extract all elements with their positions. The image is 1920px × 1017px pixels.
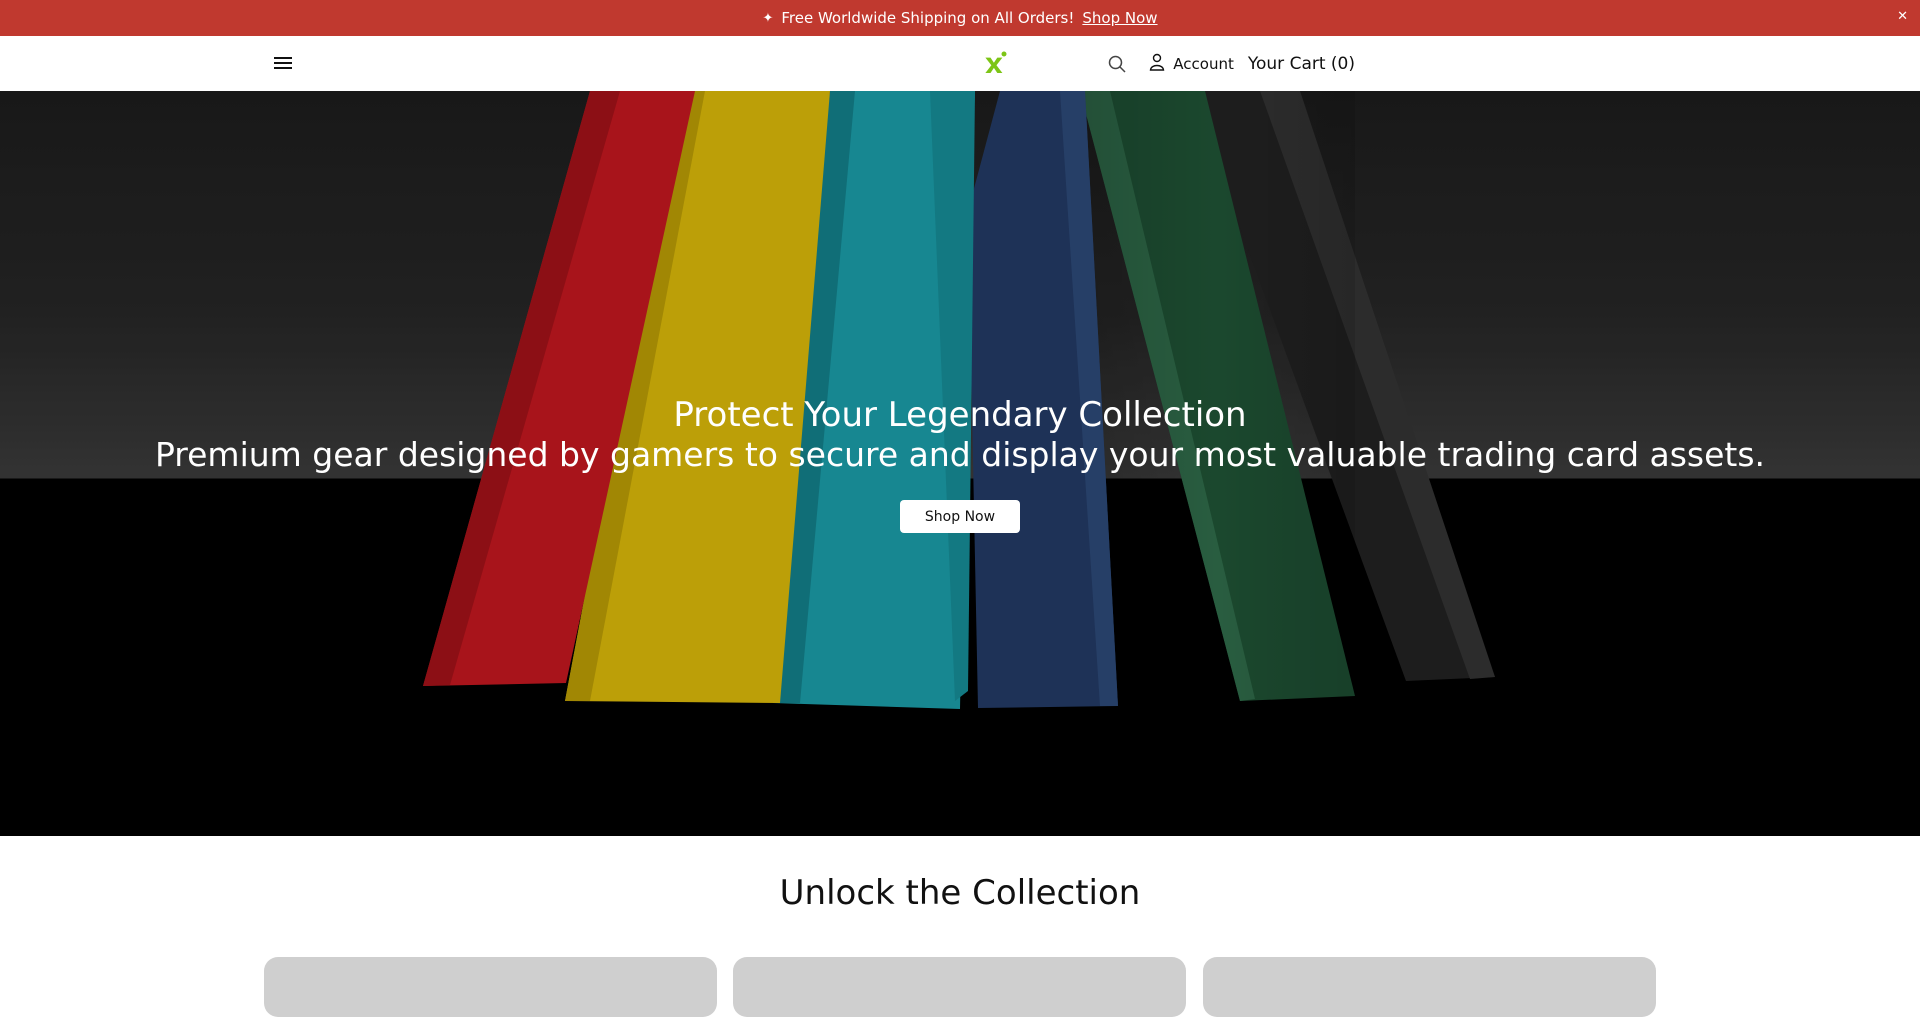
hamburger-menu-icon[interactable] xyxy=(273,53,293,73)
close-icon[interactable]: ✕ xyxy=(1897,9,1908,24)
collection-card[interactable] xyxy=(733,957,1186,1017)
sparkle-icon: ✦ xyxy=(762,10,774,26)
account-label: Account xyxy=(1173,54,1234,73)
vaultx-logo-icon[interactable] xyxy=(982,50,1008,76)
collection-card[interactable] xyxy=(1203,957,1656,1017)
hero-text: Protect Your Legendary Collection Premiu… xyxy=(0,395,1920,475)
announcement-message: ✦ Free Worldwide Shipping on All Orders!… xyxy=(762,9,1157,27)
hero-title: Protect Your Legendary Collection xyxy=(673,395,1247,435)
site-header: Account Your Cart (0) xyxy=(0,36,1920,92)
hero-banner: Protect Your Legendary Collection Premiu… xyxy=(0,91,1920,836)
hero-shop-now-button[interactable]: Shop Now xyxy=(900,500,1020,533)
search-icon[interactable] xyxy=(1107,54,1127,74)
announcement-bar: ✦ Free Worldwide Shipping on All Orders!… xyxy=(0,0,1920,36)
account-link[interactable]: Account xyxy=(1149,53,1234,75)
cart-link[interactable]: Your Cart (0) xyxy=(1248,54,1355,74)
hero-subtitle: Premium gear designed by gamers to secur… xyxy=(154,435,1766,474)
collection-card[interactable] xyxy=(264,957,717,1017)
announcement-shop-now-link[interactable]: Shop Now xyxy=(1082,9,1157,27)
announcement-text: Free Worldwide Shipping on All Orders! xyxy=(781,9,1075,27)
collection-title: Unlock the Collection xyxy=(779,873,1141,913)
user-icon xyxy=(1149,53,1165,75)
header-actions: Account Your Cart (0) xyxy=(1107,36,1355,91)
